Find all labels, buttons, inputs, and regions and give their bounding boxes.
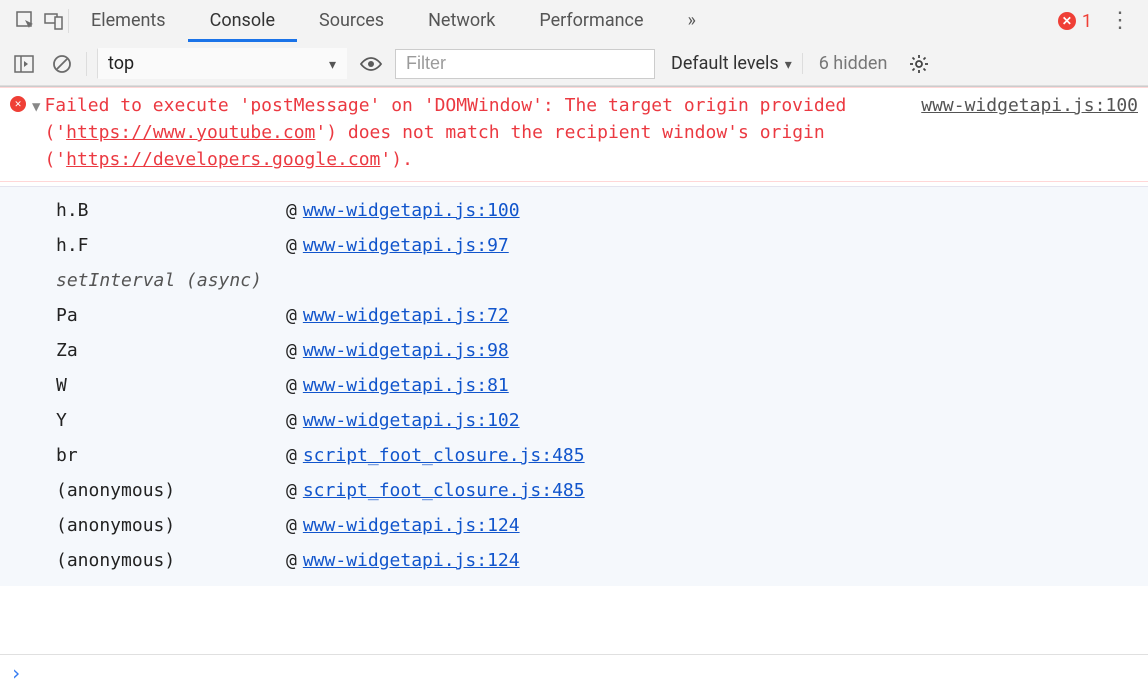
console-prompt[interactable]: › bbox=[0, 654, 1148, 690]
devtools-toolbar: Elements Console Sources Network Perform… bbox=[0, 0, 1148, 87]
gear-icon[interactable] bbox=[905, 50, 933, 78]
stack-frame: h.B@www-widgetapi.js:100 bbox=[0, 193, 1148, 228]
stack-frame: setInterval (async) bbox=[0, 263, 1148, 298]
stack-location-link[interactable]: www-widgetapi.js:100 bbox=[303, 197, 520, 224]
stack-at: @ bbox=[286, 197, 297, 224]
stack-at: @ bbox=[286, 512, 297, 539]
stack-function: Za bbox=[56, 337, 286, 364]
stack-at: @ bbox=[286, 407, 297, 434]
live-expression-icon[interactable] bbox=[357, 50, 385, 78]
console-controls: top Default levels 6 hidden bbox=[0, 42, 1148, 86]
stack-frame: (anonymous)@www-widgetapi.js:124 bbox=[0, 543, 1148, 578]
stack-function: (anonymous) bbox=[56, 477, 286, 504]
context-selector[interactable]: top bbox=[97, 48, 347, 79]
stack-frame: Y@www-widgetapi.js:102 bbox=[0, 403, 1148, 438]
stack-at: @ bbox=[286, 442, 297, 469]
tab-network[interactable]: Network bbox=[406, 0, 517, 42]
error-count[interactable]: ✕ 1 bbox=[1058, 11, 1092, 32]
stack-function: h.F bbox=[56, 232, 286, 259]
chevron-down-icon bbox=[329, 53, 336, 74]
stack-function: (anonymous) bbox=[56, 512, 286, 539]
console-error-message: ✕ ▼ Failed to execute 'postMessage' on '… bbox=[0, 87, 1148, 182]
stack-location-link[interactable]: www-widgetapi.js:124 bbox=[303, 547, 520, 574]
error-url[interactable]: https://developers.google.com bbox=[66, 149, 380, 170]
stack-frame: W@www-widgetapi.js:81 bbox=[0, 368, 1148, 403]
stack-at: @ bbox=[286, 547, 297, 574]
stack-function: (anonymous) bbox=[56, 547, 286, 574]
prompt-chevron-icon: › bbox=[10, 661, 22, 685]
error-icon: ✕ bbox=[10, 96, 26, 112]
kebab-menu-icon[interactable]: ⋮ bbox=[1106, 7, 1134, 35]
hidden-messages-count[interactable]: 6 hidden bbox=[802, 53, 888, 74]
stack-frame: (anonymous)@script_foot_closure.js:485 bbox=[0, 473, 1148, 508]
stack-location-link[interactable]: www-widgetapi.js:97 bbox=[303, 232, 509, 259]
filter-input[interactable] bbox=[395, 49, 655, 79]
tab-console[interactable]: Console bbox=[188, 0, 297, 42]
context-value: top bbox=[108, 53, 134, 74]
device-toolbar-icon[interactable] bbox=[40, 7, 68, 35]
message-head: ✕ ▼ Failed to execute 'postMessage' on '… bbox=[10, 92, 1138, 173]
tabs-right: ✕ 1 ⋮ bbox=[1058, 7, 1148, 35]
stack-at: @ bbox=[286, 302, 297, 329]
divider bbox=[86, 52, 87, 76]
error-text-segment: '). bbox=[380, 149, 413, 170]
tab-sources[interactable]: Sources bbox=[297, 0, 406, 42]
stack-frame: Pa@www-widgetapi.js:72 bbox=[0, 298, 1148, 333]
stack-location-link[interactable]: script_foot_closure.js:485 bbox=[303, 477, 585, 504]
error-count-value: 1 bbox=[1082, 11, 1092, 32]
stack-function: Pa bbox=[56, 302, 286, 329]
stack-function: h.B bbox=[56, 197, 286, 224]
stack-location-link[interactable]: script_foot_closure.js:485 bbox=[303, 442, 585, 469]
stack-function: br bbox=[56, 442, 286, 469]
stack-frame: h.F@www-widgetapi.js:97 bbox=[0, 228, 1148, 263]
log-levels-selector[interactable]: Default levels bbox=[665, 53, 792, 74]
error-icon: ✕ bbox=[1058, 12, 1076, 30]
stack-at: @ bbox=[286, 337, 297, 364]
stack-at: @ bbox=[286, 232, 297, 259]
stack-location-link[interactable]: www-widgetapi.js:98 bbox=[303, 337, 509, 364]
error-text: Failed to execute 'postMessage' on 'DOMW… bbox=[44, 92, 921, 173]
clear-console-icon[interactable] bbox=[48, 50, 76, 78]
levels-label: Default levels bbox=[671, 53, 779, 74]
stack-function: Y bbox=[56, 407, 286, 434]
stack-frame: br@script_foot_closure.js:485 bbox=[0, 438, 1148, 473]
stack-frame: Za@www-widgetapi.js:98 bbox=[0, 333, 1148, 368]
stack-location-link[interactable]: www-widgetapi.js:72 bbox=[303, 302, 509, 329]
stack-function: W bbox=[56, 372, 286, 399]
stack-function: setInterval (async) bbox=[56, 267, 286, 294]
stack-frame: (anonymous)@www-widgetapi.js:124 bbox=[0, 508, 1148, 543]
tab-performance[interactable]: Performance bbox=[517, 0, 665, 42]
stack-at: @ bbox=[286, 372, 297, 399]
error-url[interactable]: https://www.youtube.com bbox=[66, 122, 315, 143]
tabs-row: Elements Console Sources Network Perform… bbox=[0, 0, 1148, 42]
stack-location-link[interactable]: www-widgetapi.js:81 bbox=[303, 372, 509, 399]
tab-overflow[interactable]: » bbox=[666, 0, 718, 42]
message-source-link[interactable]: www-widgetapi.js:100 bbox=[921, 92, 1138, 119]
console-sidebar-toggle-icon[interactable] bbox=[10, 50, 38, 78]
inspect-icon[interactable] bbox=[12, 7, 40, 35]
tab-elements[interactable]: Elements bbox=[69, 0, 188, 42]
console-body: ✕ ▼ Failed to execute 'postMessage' on '… bbox=[0, 87, 1148, 654]
stack-trace: h.B@www-widgetapi.js:100h.F@www-widgetap… bbox=[0, 186, 1148, 586]
stack-location-link[interactable]: www-widgetapi.js:102 bbox=[303, 407, 520, 434]
stack-at: @ bbox=[286, 477, 297, 504]
disclosure-triangle-icon[interactable]: ▼ bbox=[32, 97, 40, 118]
chevron-down-icon bbox=[785, 53, 792, 74]
stack-location-link[interactable]: www-widgetapi.js:124 bbox=[303, 512, 520, 539]
